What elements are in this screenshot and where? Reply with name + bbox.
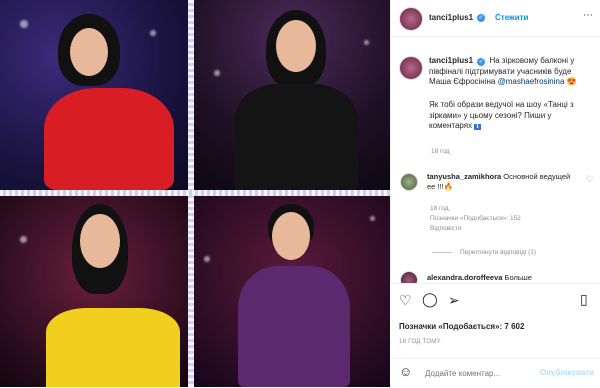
post-image-collage[interactable] [0,0,390,387]
avatar[interactable] [400,173,418,191]
comment-heart-icon[interactable]: ♡ [586,174,594,185]
follow-button[interactable]: Стежити [495,13,528,22]
caption-mention[interactable]: @mashaefrosinina [498,77,565,86]
avatar[interactable] [399,7,423,31]
caption-time: 18 год [431,148,450,155]
collage-divider [0,190,390,196]
comment-time: 18 год. [430,205,451,212]
comment-reply-button[interactable]: Відповісти [430,225,461,232]
photo-yellow-dress [0,196,188,387]
caption-question: Як тобі образи ведучої на шоу «Танці з з… [429,100,574,130]
photo-purple-dress [194,196,390,387]
info-emoji-icon: ℹ [474,124,481,130]
comment-likes[interactable]: Позначки «Подобається»: 152 [430,215,521,222]
verified-badge-icon: ✓ [477,14,485,22]
comment: tanyusha_zamikhora Основной ведущей ее !… [427,172,575,192]
publish-button[interactable]: Опублікувати [540,368,594,377]
smiley-icon[interactable]: ☺ [399,364,412,379]
avatar[interactable] [399,56,423,80]
heart-icon[interactable]: ♡ [399,292,412,309]
post-caption-question: Як тобі образи ведучої на шоу «Танці з з… [429,100,589,133]
post-header: tanci1plus1 ✓ Стежити ⋯ [391,0,600,37]
share-icon[interactable]: ➢ [448,292,460,309]
caption-username[interactable]: tanci1plus1 [429,56,473,65]
likes-count[interactable]: Позначки «Подобається»: 7 602 [399,322,524,331]
comment-icon[interactable]: ◯ [422,291,438,308]
comment-text: Больше [504,273,532,282]
comment-input[interactable] [425,367,545,379]
add-comment-bar: ☺ Опублікувати [390,358,600,388]
post-caption: tanci1plus1 ✓ На зірковому балконі у пів… [429,56,589,88]
bookmark-icon[interactable]: ▯ [580,291,588,308]
more-icon[interactable]: ⋯ [583,10,594,21]
post-time: 18 ГОД ТОМУ [399,339,441,345]
reply-divider [432,252,452,253]
comment: alexandra.doroffeeva Больше [427,273,575,283]
verified-badge-icon: ✓ [477,58,486,66]
instagram-post: tanci1plus1 ✓ Стежити ⋯ tanci1plus1 ✓ На… [0,0,600,387]
comment-username[interactable]: alexandra.doroffeeva [427,273,502,282]
view-replies-button[interactable]: Переглянути відповіді (1) [460,249,536,256]
photo-red-dress [0,0,188,190]
comment-username[interactable]: tanyusha_zamikhora [427,172,501,181]
photo-black-suit [194,0,390,190]
header-username[interactable]: tanci1plus1 [429,13,473,22]
caption-emoji: 😍 [566,77,577,86]
